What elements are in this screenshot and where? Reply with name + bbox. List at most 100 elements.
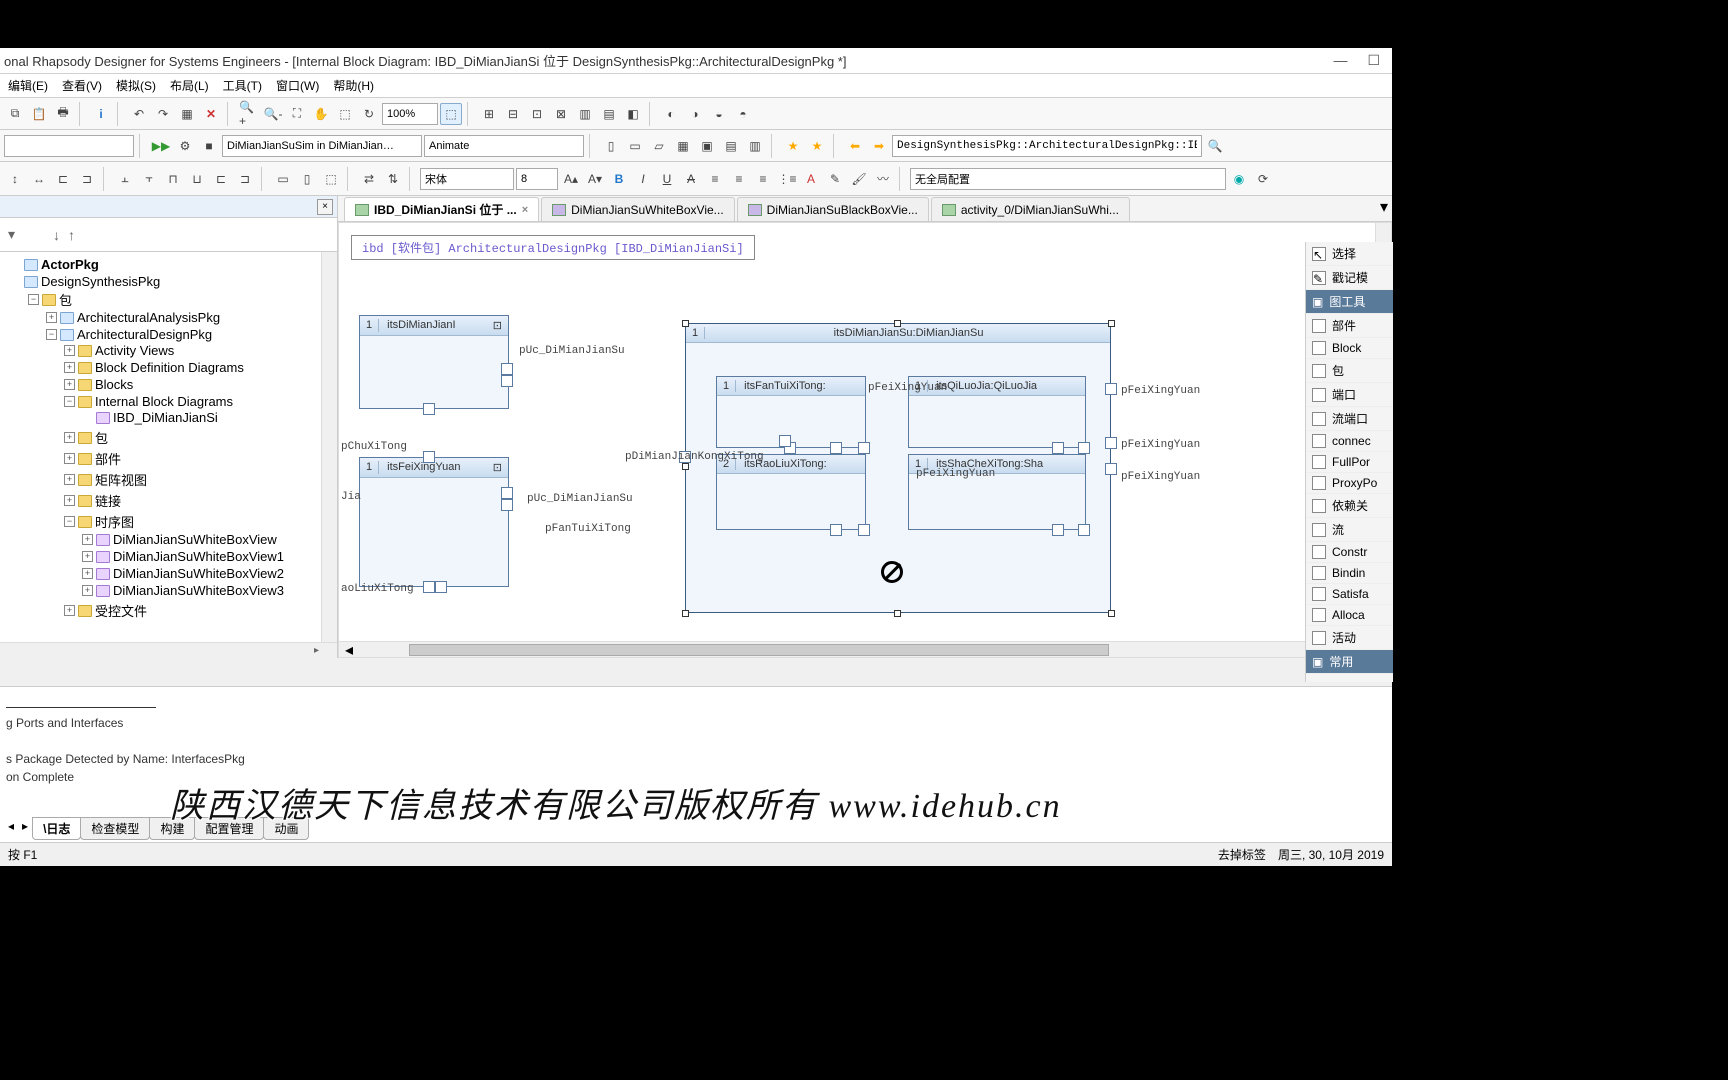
tab-log[interactable]: \日志 — [32, 817, 81, 840]
font-combo[interactable] — [420, 168, 514, 190]
stop-icon[interactable]: ■ — [198, 135, 220, 157]
tree-wb3[interactable]: DiMianJianSuWhiteBoxView3 — [113, 583, 284, 598]
alignc-icon[interactable]: ≡ — [728, 168, 750, 190]
port[interactable] — [779, 435, 791, 447]
port[interactable] — [1078, 524, 1090, 536]
bold-icon[interactable]: B — [608, 168, 630, 190]
cfg1-icon[interactable]: ◉ — [1228, 168, 1250, 190]
sel-handle[interactable] — [682, 463, 689, 470]
tree-ibd[interactable]: Internal Block Diagrams — [95, 394, 233, 409]
palette-flowport[interactable]: 流端口 — [1306, 407, 1393, 431]
pan-icon[interactable]: ✋ — [310, 103, 332, 125]
run-icon[interactable]: ▶▶ — [150, 135, 172, 157]
config-select[interactable] — [4, 135, 134, 157]
tab-act[interactable]: activity_0/DiMianJianSuWhi... — [931, 197, 1130, 221]
t-a4[interactable]: ⊠ — [550, 103, 572, 125]
structure-icon[interactable]: ⬚ — [440, 103, 462, 125]
al8-icon[interactable]: ⊔ — [186, 168, 208, 190]
tree-wb2[interactable]: DiMianJianSuWhiteBoxView2 — [113, 566, 284, 581]
block-feixingyuan[interactable]: 1itsFeiXingYuan⊡ — [359, 457, 509, 587]
port[interactable] — [1105, 463, 1117, 475]
menu-view[interactable]: 查看(V) — [58, 75, 106, 96]
highlight-icon[interactable]: ✎ — [824, 168, 846, 190]
sel-handle[interactable] — [894, 320, 901, 327]
sz1-icon[interactable]: ▭ — [272, 168, 294, 190]
port[interactable] — [858, 524, 870, 536]
port[interactable] — [830, 442, 842, 454]
block-raoliu[interactable]: 2itsRaoLiuXiTong: — [716, 454, 866, 530]
al10-icon[interactable]: ⊐ — [234, 168, 256, 190]
tree-bdd[interactable]: Block Definition Diagrams — [95, 360, 244, 375]
port[interactable] — [858, 442, 870, 454]
alignl-icon[interactable]: ≡ — [704, 168, 726, 190]
sel-handle[interactable] — [1108, 610, 1115, 617]
sz2-icon[interactable]: ▯ — [296, 168, 318, 190]
port[interactable] — [501, 375, 513, 387]
port[interactable] — [501, 499, 513, 511]
palette-select[interactable]: ↖选择 — [1306, 242, 1393, 266]
zoom-combo[interactable] — [382, 103, 438, 125]
grid-icon[interactable]: ▦ — [176, 103, 198, 125]
nav-up-icon[interactable]: ↑ — [68, 227, 75, 243]
al6-icon[interactable]: ⫟ — [138, 168, 160, 190]
fwd-icon[interactable]: ➡ — [868, 135, 890, 157]
sim-combo[interactable] — [222, 135, 422, 157]
tab-wb[interactable]: DiMianJianSuWhiteBoxVie... — [541, 197, 735, 221]
t-a6[interactable]: ▤ — [598, 103, 620, 125]
palette-block[interactable]: Block — [1306, 338, 1393, 359]
back-icon[interactable]: ⬅ — [844, 135, 866, 157]
v2-icon[interactable]: ▭ — [624, 135, 646, 157]
t-b1[interactable]: ◐ — [660, 103, 682, 125]
minimize-icon[interactable]: — — [1333, 52, 1347, 69]
tree-seq[interactable]: 时序图 — [95, 512, 134, 531]
palette-pkg[interactable]: 包 — [1306, 359, 1393, 383]
port[interactable] — [830, 524, 842, 536]
underline-icon[interactable]: U — [656, 168, 678, 190]
v7-icon[interactable]: ▥ — [744, 135, 766, 157]
diagram-canvas[interactable]: ibd [软件包] ArchitecturalDesignPkg [IBD_Di… — [338, 222, 1392, 658]
t-a5[interactable]: ▥ — [574, 103, 596, 125]
palette-activity[interactable]: 活动 — [1306, 626, 1393, 650]
nav-down-icon[interactable]: ↓ — [53, 227, 60, 243]
tree-vscroll[interactable] — [321, 252, 337, 658]
port[interactable] — [1052, 442, 1064, 454]
palette-flow[interactable]: 流 — [1306, 518, 1393, 542]
copy-icon[interactable]: ⧉ — [4, 103, 26, 125]
block-dimianjian[interactable]: 1itsDiMianJianI⊡ — [359, 315, 509, 409]
fontsize-combo[interactable] — [516, 168, 558, 190]
port[interactable] — [501, 487, 513, 499]
model-tree[interactable]: ActorPkg DesignSynthesisPkg −包 +Architec… — [0, 252, 337, 658]
port[interactable] — [423, 403, 435, 415]
fontcolor-icon[interactable]: A — [800, 168, 822, 190]
sel-handle[interactable] — [894, 610, 901, 617]
close-icon[interactable]: × — [522, 204, 528, 216]
star2-icon[interactable]: ★ — [806, 135, 828, 157]
fontdec-icon[interactable]: A▾ — [584, 168, 606, 190]
tab-check[interactable]: 检查模型 — [80, 817, 150, 840]
delete-icon[interactable]: ✕ — [200, 103, 222, 125]
cfg2-icon[interactable]: ⟳ — [1252, 168, 1274, 190]
bullets-icon[interactable]: ⋮≡ — [776, 168, 798, 190]
nav-dropdown-icon[interactable]: ▾ — [8, 226, 15, 243]
t-b3[interactable]: ◒ — [708, 103, 730, 125]
tree-parts[interactable]: 部件 — [95, 449, 121, 468]
tree-ibd-dm[interactable]: IBD_DiMianJianSi — [113, 410, 218, 425]
sp2-icon[interactable]: ⇅ — [382, 168, 404, 190]
palette-fullport[interactable]: FullPor — [1306, 452, 1393, 473]
print-icon[interactable]: 🖶 — [52, 103, 74, 125]
palette-stamp[interactable]: ✎戳记模 — [1306, 266, 1393, 290]
undo-icon[interactable]: ↶ — [128, 103, 150, 125]
path-combo[interactable] — [892, 135, 1202, 157]
info-icon[interactable]: i — [90, 103, 112, 125]
port[interactable] — [423, 581, 435, 593]
tree-aap[interactable]: ArchitecturalAnalysisPkg — [77, 310, 220, 325]
fontinc-icon[interactable]: A▴ — [560, 168, 582, 190]
t-a7[interactable]: ◧ — [622, 103, 644, 125]
tree-actorpkg[interactable]: ActorPkg — [41, 257, 99, 272]
al1-icon[interactable]: ↕ — [4, 168, 26, 190]
fill-icon[interactable]: 🖌 — [848, 168, 870, 190]
star-icon[interactable]: ★ — [782, 135, 804, 157]
strike-icon[interactable]: A — [680, 168, 702, 190]
palette-satisfa[interactable]: Satisfa — [1306, 584, 1393, 605]
zoom-area-icon[interactable]: ⬚ — [334, 103, 356, 125]
